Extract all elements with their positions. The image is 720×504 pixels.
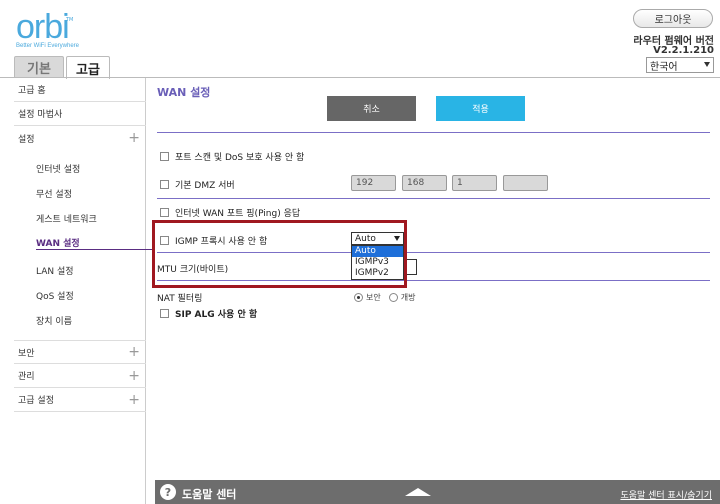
port-scan-label: 포트 스캔 및 DoS 보호 사용 안 함 — [175, 153, 305, 163]
sidebar-item-internet-setup[interactable]: 인터넷 설정 — [36, 162, 80, 175]
sidebar-item-qos-setup[interactable]: QoS 설정 — [36, 289, 74, 302]
sidebar-item-administration[interactable]: 관리 + — [14, 364, 146, 388]
language-select[interactable]: 한국어 — [646, 57, 714, 73]
sidebar-item-device-name[interactable]: 장치 이름 — [36, 314, 72, 327]
ping-row: 인터넷 WAN 포트 핑(Ping) 응답 — [160, 206, 300, 219]
nat-open-radio[interactable] — [388, 293, 398, 302]
sidebar-item-wan-setup[interactable]: WAN 설정 — [36, 236, 80, 249]
sidebar-item-guest-network[interactable]: 게스트 네트워크 — [36, 212, 97, 225]
tab-advanced[interactable]: 고급 — [66, 56, 110, 79]
sip-row: SIP ALG 사용 안 함 — [160, 307, 257, 320]
section-divider — [157, 198, 710, 199]
highlight-box — [152, 220, 407, 288]
plus-icon: + — [128, 130, 140, 146]
sidebar-item-advanced-home[interactable]: 고급 홈 — [14, 78, 146, 102]
plus-icon: + — [128, 344, 140, 360]
dmz-checkbox[interactable] — [160, 180, 169, 189]
port-scan-row: 포트 스캔 및 DoS 보호 사용 안 함 — [160, 150, 304, 163]
brand-tagline: Better WiFi Everywhere — [16, 43, 80, 49]
ping-label: 인터넷 WAN 포트 핑(Ping) 응답 — [175, 209, 301, 219]
port-scan-checkbox[interactable] — [160, 152, 169, 161]
sidebar-item-advanced-setup[interactable]: 고급 설정 + — [14, 388, 146, 412]
sidebar-item-setup-wizard[interactable]: 설정 마법사 — [14, 102, 146, 126]
chevron-down-icon — [704, 62, 710, 67]
nat-secure-radio[interactable] — [354, 293, 363, 302]
dmz-ip-octet-3[interactable]: 1 — [452, 175, 497, 191]
plus-icon: + — [128, 391, 140, 408]
help-center-title[interactable]: 도움말 센터 — [182, 486, 236, 502]
nat-options: 보안 개방 — [354, 292, 415, 303]
dmz-ip-octet-1[interactable]: 192 — [351, 175, 396, 191]
expand-arrow-icon[interactable] — [405, 488, 431, 496]
help-icon[interactable]: ? — [160, 484, 176, 500]
sidebar-item-setup[interactable]: 설정 + — [14, 126, 146, 150]
apply-button[interactable]: 적용 — [436, 96, 525, 121]
dmz-ip-octet-2[interactable]: 168 — [402, 175, 447, 191]
dmz-row: 기본 DMZ 서버 — [160, 178, 235, 191]
tab-basic[interactable]: 기본 — [14, 56, 64, 78]
help-center-toggle-link[interactable]: 도움말 센터 표시/숨기기 — [620, 488, 712, 501]
language-value: 한국어 — [650, 61, 678, 73]
active-indicator — [36, 249, 155, 250]
logo-trademark: TM — [66, 17, 74, 23]
sidebar-item-wireless-setup[interactable]: 무선 설정 — [36, 187, 72, 200]
logout-button[interactable]: 로그아웃 — [633, 9, 713, 28]
orbi-logo: orbi — [16, 8, 70, 46]
sip-checkbox[interactable] — [160, 309, 169, 318]
nat-row: NAT 필터링 — [157, 291, 202, 304]
page-title: WAN 설정 — [157, 86, 211, 99]
sidebar-item-security[interactable]: 보안 + — [14, 340, 146, 364]
sidebar-item-lan-setup[interactable]: LAN 설정 — [36, 264, 74, 277]
plus-icon: + — [128, 367, 140, 384]
nat-open-label: 개방 — [400, 293, 416, 302]
section-divider — [157, 132, 710, 133]
sip-label: SIP ALG 사용 안 함 — [175, 310, 258, 320]
nat-secure-label: 보안 — [366, 293, 381, 302]
cancel-button[interactable]: 취소 — [327, 96, 416, 121]
dmz-label: 기본 DMZ 서버 — [175, 181, 235, 191]
dmz-ip-octet-4[interactable] — [503, 175, 548, 191]
firmware-version: V2.2.1.210 — [653, 45, 714, 56]
sidebar: 고급 홈 설정 마법사 설정 + 인터넷 설정 무선 설정 게스트 네트워크 WA… — [14, 78, 155, 504]
ping-checkbox[interactable] — [160, 208, 169, 217]
nat-label: NAT 필터링 — [157, 294, 203, 304]
